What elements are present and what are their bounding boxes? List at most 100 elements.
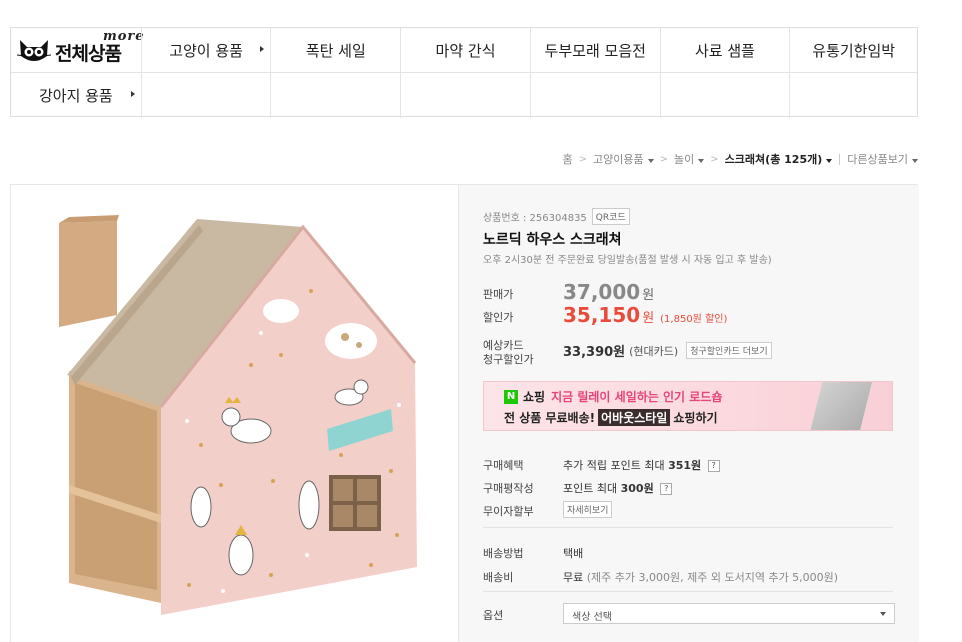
- nav-item-label: 폭탄 세일: [305, 42, 366, 60]
- nav-item-label: 마약 간식: [435, 42, 496, 60]
- nav-empty-cell: [400, 73, 530, 118]
- category-nav-row-2: 강아지 용품: [11, 73, 917, 118]
- cat-logo-icon: [17, 39, 51, 61]
- breadcrumb-cat2[interactable]: 놀이: [674, 151, 705, 167]
- logo-more-text: more: [103, 29, 145, 44]
- nav-item-tofu-litter[interactable]: 두부모래 모음전: [529, 28, 660, 73]
- nav-item-cat-supplies[interactable]: 고양이 용품: [140, 28, 271, 73]
- option-label: 옵션: [483, 609, 504, 622]
- chevron-right-icon: [130, 91, 135, 97]
- card-price: 33,390원 (현대카드) 청구할인카드 더보기: [563, 341, 772, 360]
- chevron-down-icon: [698, 159, 705, 163]
- installment-value: 자세히보기: [563, 501, 613, 518]
- banner-brand-tag: 어바웃스타일: [598, 409, 671, 426]
- chevron-down-icon: [826, 159, 833, 163]
- banner-headline: 지금 릴레이 세일하는 인기 로드숍: [551, 390, 723, 404]
- buy-benefit-amount: 351원: [668, 459, 702, 472]
- category-nav: more 전체상품 고양이 용품 폭탄 세일 마약 간식 두부모래 모음전 사료…: [10, 27, 918, 118]
- card-discount-more-button[interactable]: 청구할인카드 더보기: [686, 342, 772, 359]
- sale-price-value: 35,150: [563, 303, 641, 327]
- product-image[interactable]: [11, 185, 459, 642]
- delivery-method-value: 택배: [563, 547, 584, 560]
- breadcrumb-cat2-label: 놀이: [674, 153, 695, 166]
- delivery-method-label: 배송방법: [483, 547, 524, 560]
- delivery-fee-value: 무료 (제주 추가 3,000원, 제주 외 도서지역 추가 5,000원): [563, 569, 838, 585]
- nav-item-label: 고양이 용품: [169, 42, 243, 60]
- help-icon[interactable]: ?: [660, 483, 673, 495]
- nav-item-label: 유통기한임박: [812, 42, 896, 60]
- chevron-right-icon: [260, 46, 265, 52]
- nav-empty-cell: [529, 73, 660, 118]
- nav-empty-cell: [659, 73, 790, 118]
- other-products-label: 다른상품보기: [847, 153, 908, 166]
- naver-logo-icon: N: [504, 389, 518, 404]
- banner-cta: 쇼핑하기: [673, 411, 718, 425]
- chevron-right-icon: >: [659, 153, 669, 165]
- breadcrumb-cat1[interactable]: 고양이용품: [593, 151, 654, 167]
- qr-code-button[interactable]: QR코드: [591, 208, 630, 225]
- original-price: 37,000 원: [563, 280, 654, 304]
- original-price-value: 37,000: [563, 280, 641, 304]
- color-option-value: 색상 선택: [572, 612, 612, 623]
- card-price-label-2: 청구할인가: [483, 353, 534, 366]
- discount-amount: (1,850원 할인): [660, 314, 728, 325]
- breadcrumb-cat1-label: 고양이용품: [593, 153, 644, 166]
- banner-free-shipping: 전 상품 무료배송!: [504, 411, 596, 425]
- product-detail: 상품번호 : 256304835 QR코드 노르딕 하우스 스크래쳐 오후 2시…: [10, 184, 919, 642]
- delivery-fee-label: 배송비: [483, 571, 514, 584]
- category-nav-row-1: more 전체상품 고양이 용품 폭탄 세일 마약 간식 두부모래 모음전 사료…: [11, 28, 917, 73]
- divider: [839, 153, 841, 165]
- card-price-value: 33,390원: [563, 345, 626, 360]
- nav-empty-cell: [140, 73, 271, 118]
- divider: [483, 591, 893, 592]
- chevron-down-icon: [912, 159, 918, 163]
- product-name: 노르딕 하우스 스크래쳐: [483, 232, 622, 248]
- buy-benefit-label: 구매혜택: [483, 459, 524, 472]
- sale-price-label: 할인가: [483, 311, 514, 324]
- review-benefit-text: 포인트 최대: [563, 482, 618, 495]
- color-option-select[interactable]: 색상 선택: [563, 603, 895, 624]
- sale-price: 35,150 원 (1,850원 할인): [563, 303, 727, 327]
- house-scratcher-illustration: [59, 215, 417, 615]
- card-name: (현대카드): [629, 344, 679, 358]
- other-products-link[interactable]: 다른상품보기: [847, 151, 918, 167]
- page: more 전체상품 고양이 용품 폭탄 세일 마약 간식 두부모래 모음전 사료…: [0, 0, 962, 642]
- breadcrumb-current[interactable]: 스크래쳐(총 125개): [725, 151, 833, 167]
- nav-empty-cell: [270, 73, 400, 118]
- nav-item-food-samples[interactable]: 사료 샘플: [659, 28, 790, 73]
- nav-item-label: 사료 샘플: [694, 42, 755, 60]
- won-unit: 원: [642, 288, 655, 303]
- shipping-note: 오후 2시30분 전 주문완료 당일발송(품절 발생 시 자동 입고 후 발송): [483, 255, 772, 266]
- banner-line-1: N 쇼핑 지금 릴레이 세일하는 인기 로드숍: [504, 388, 722, 405]
- product-number-text: 상품번호 : 256304835: [483, 213, 587, 224]
- buy-benefit-text: 추가 적립 포인트 최대: [563, 459, 665, 472]
- nav-item-label: 강아지 용품: [38, 87, 113, 105]
- buy-benefit-value: 추가 적립 포인트 최대 351원 ?: [563, 457, 720, 473]
- chevron-down-icon: [647, 159, 654, 163]
- installment-details-button[interactable]: 자세히보기: [563, 501, 613, 518]
- breadcrumb-current-label: 스크래쳐(총 125개): [724, 153, 823, 166]
- review-benefit-label: 구매평작성: [483, 482, 534, 495]
- nav-empty-cell: [789, 73, 917, 118]
- banner-shop: 쇼핑: [523, 390, 546, 404]
- nav-item-expiring-soon[interactable]: 유통기한임박: [789, 28, 917, 73]
- banner-line-2: 전 상품 무료배송! 어바웃스타일 쇼핑하기: [504, 409, 718, 426]
- breadcrumb: 홈 > 고양이용품 > 놀이 > 스크래쳐(총 125개) 다른상품보기: [563, 151, 918, 167]
- nav-item-dog-supplies[interactable]: 강아지 용품: [11, 73, 141, 118]
- help-icon[interactable]: ?: [707, 460, 720, 472]
- nav-item-bomb-sale[interactable]: 폭탄 세일: [270, 28, 400, 73]
- price-label: 판매가: [483, 288, 514, 301]
- naver-shopping-banner[interactable]: N 쇼핑 지금 릴레이 세일하는 인기 로드숍 전 상품 무료배송! 어바웃스타…: [483, 381, 893, 431]
- nav-item-snacks[interactable]: 마약 간식: [400, 28, 530, 73]
- delivery-fee-amount: 무료: [563, 571, 584, 584]
- nav-item-label: 두부모래 모음전: [544, 42, 646, 60]
- review-benefit-value: 포인트 최대 300원 ?: [563, 480, 673, 496]
- delivery-fee-note: (제주 추가 3,000원, 제주 외 도서지역 추가 5,000원): [586, 571, 839, 584]
- chevron-right-icon: >: [710, 153, 719, 165]
- all-products-logo[interactable]: more 전체상품: [11, 28, 144, 73]
- banner-model-photo: [810, 382, 872, 430]
- chevron-right-icon: >: [578, 153, 588, 165]
- breadcrumb-home[interactable]: 홈: [563, 151, 573, 167]
- divider: [483, 527, 893, 528]
- review-benefit-amount: 300원: [620, 482, 654, 495]
